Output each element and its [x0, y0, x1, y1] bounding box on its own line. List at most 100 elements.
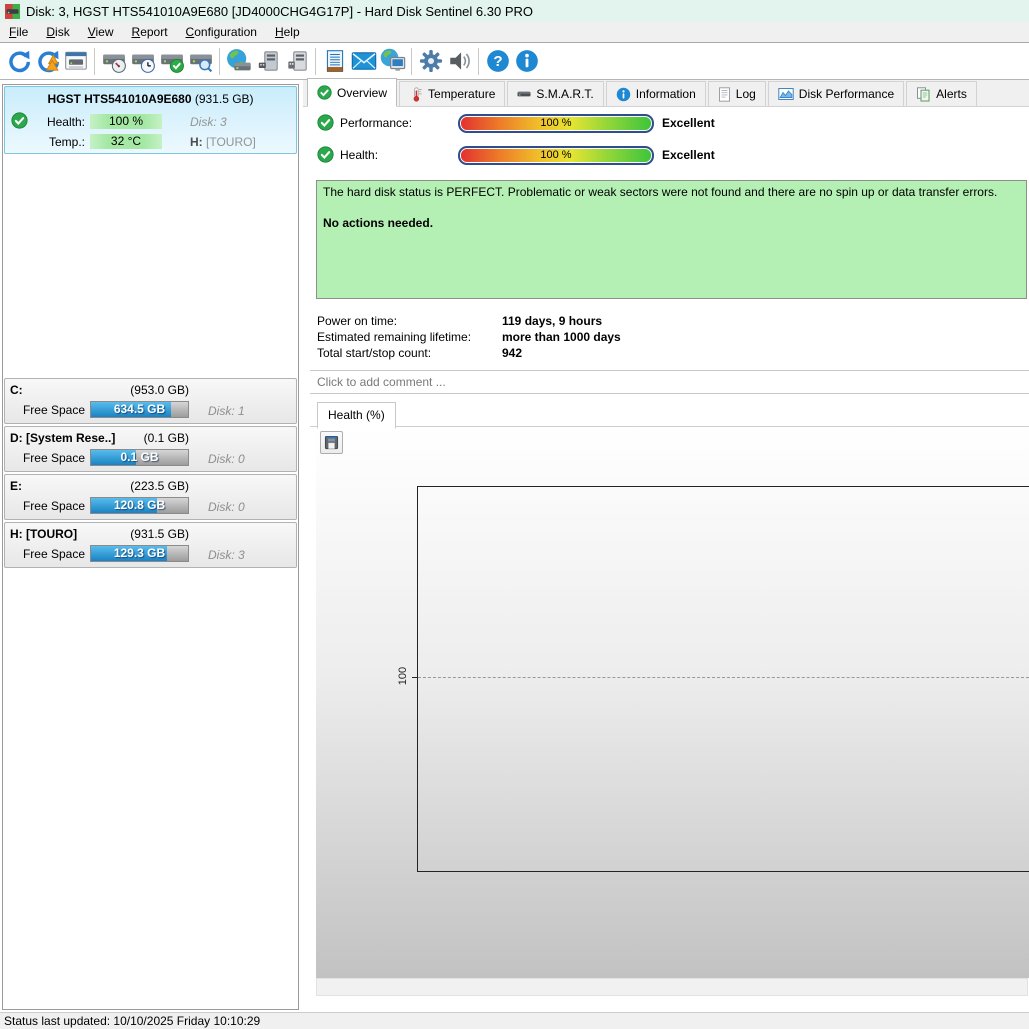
drive-card-e[interactable]: E: (223.5 GB) Free Space 120.8 GB Disk: …	[4, 474, 297, 520]
toolbar-separator	[219, 48, 220, 75]
chart-tabs: Health (%)	[310, 401, 1029, 427]
drive-disk-number: Disk: 0	[208, 452, 245, 466]
disk-performance-icon[interactable]	[99, 46, 128, 76]
stat-label: Power on time:	[317, 314, 397, 328]
main-tabs: Overview Temperature S.M.A.R.T. Informat…	[303, 80, 1029, 107]
menu-file[interactable]: File	[0, 23, 37, 41]
free-space-label: Free Space	[5, 403, 85, 417]
free-space-value: 129.3 GB	[91, 546, 188, 561]
y-axis-tick-mark	[412, 677, 417, 678]
refresh-warning-icon[interactable]	[32, 46, 61, 76]
drive-card-c[interactable]: C: (953.0 GB) Free Space 634.5 GB Disk: …	[4, 378, 297, 424]
drive-size: (223.5 GB)	[130, 479, 189, 493]
disk-status-message: The hard disk status is PERFECT. Problem…	[323, 185, 1020, 200]
drive-name: H: [TOURO]	[10, 527, 77, 541]
menu-configuration[interactable]: Configuration	[177, 23, 266, 41]
free-space-bar: 634.5 GB	[90, 401, 189, 418]
tab-health-chart[interactable]: Health (%)	[317, 402, 396, 429]
chart-footer-strip	[316, 978, 1028, 996]
status-last-updated: Status last updated: 10/10/2025 Friday 1…	[4, 1014, 260, 1028]
statusbar: Status last updated: 10/10/2025 Friday 1…	[0, 1012, 1029, 1029]
menu-help[interactable]: Help	[266, 23, 309, 41]
stat-row: Power on time: 119 days, 9 hours	[317, 314, 471, 330]
network-disks-icon[interactable]	[224, 46, 253, 76]
toolbar: ?	[0, 43, 1029, 80]
drive-card-d[interactable]: D: [System Rese..] (0.1 GB) Free Space 0…	[4, 426, 297, 472]
disk-clock-icon[interactable]	[128, 46, 157, 76]
drive-card-h[interactable]: H: [TOURO] (931.5 GB) Free Space 129.3 G…	[4, 522, 297, 568]
stat-row: Estimated remaining lifetime: more than …	[317, 330, 471, 346]
svg-text:?: ?	[493, 53, 502, 70]
drive-size: (0.1 GB)	[144, 431, 189, 445]
send-mail-icon[interactable]	[349, 46, 378, 76]
disk-status-message-box: The hard disk status is PERFECT. Problem…	[316, 180, 1027, 299]
selected-disk-name: HGST HTS541010A9E680	[47, 92, 191, 106]
performance-rating: Excellent	[662, 116, 715, 130]
health-plot-area	[417, 486, 1029, 872]
menu-report[interactable]: Report	[123, 23, 177, 41]
disk-tower-b-icon[interactable]	[282, 46, 311, 76]
settings-gear-icon[interactable]	[416, 46, 445, 76]
comment-input[interactable]: Click to add comment ...	[310, 370, 1029, 394]
document-icon	[718, 87, 731, 102]
drive-disk-number: Disk: 1	[208, 404, 245, 418]
volume-letter: H:	[190, 135, 203, 149]
titlebar: Disk: 3, HGST HTS541010A9E680 [JD4000CHG…	[0, 0, 1029, 22]
disk-status-icon[interactable]	[157, 46, 186, 76]
free-space-bar: 129.3 GB	[90, 545, 189, 562]
stat-row: Total start/stop count: 942	[317, 346, 471, 362]
menu-disk[interactable]: Disk	[37, 23, 78, 41]
drive-disk-number: Disk: 3	[208, 548, 245, 562]
free-space-value: 0.1 GB	[91, 450, 188, 465]
drive-disk-number: Disk: 0	[208, 500, 245, 514]
gridline-100	[418, 677, 1029, 678]
disk-list-panel: HGST HTS541010A9E680 (931.5 GB) Health: …	[2, 84, 299, 1010]
network-monitor-icon[interactable]	[378, 46, 407, 76]
disk-number: Disk: 3	[190, 115, 227, 129]
disk-surface-test-icon[interactable]	[186, 46, 215, 76]
tab-information[interactable]: Information	[606, 81, 706, 106]
disk-icon	[517, 87, 531, 101]
report-icon[interactable]	[320, 46, 349, 76]
selected-disk-title: HGST HTS541010A9E680 (931.5 GB)	[5, 92, 296, 106]
drive-name: E:	[10, 479, 22, 493]
drive-size: (953.0 GB)	[130, 383, 189, 397]
refresh-icon[interactable]	[3, 46, 32, 76]
health-bar: 100 %	[458, 146, 654, 165]
toolbar-separator	[478, 48, 479, 75]
free-space-value: 634.5 GB	[91, 402, 188, 417]
health-row: Health: 100 % Disk: 3	[5, 115, 296, 130]
help-icon[interactable]: ?	[483, 46, 512, 76]
disk-tower-a-icon[interactable]	[253, 46, 282, 76]
menu-view[interactable]: View	[79, 23, 123, 41]
info-icon[interactable]	[512, 46, 541, 76]
disk-stats: Power on time: 119 days, 9 hours Estimat…	[317, 314, 471, 362]
save-chart-button[interactable]	[320, 431, 343, 454]
performance-bar: 100 %	[458, 114, 654, 133]
y-axis-tick-label: 100	[397, 661, 409, 691]
tab-alerts[interactable]: Alerts	[906, 81, 977, 106]
stat-value: 942	[502, 346, 522, 360]
tab-log[interactable]: Log	[708, 81, 766, 106]
stat-value: 119 days, 9 hours	[502, 314, 602, 328]
tab-temperature[interactable]: Temperature	[399, 81, 505, 106]
temp-row: Temp.: 32 °C H: [TOURO]	[5, 135, 296, 150]
floppy-save-icon	[324, 435, 339, 450]
free-space-label: Free Space	[5, 499, 85, 513]
temp-label: Temp.:	[5, 135, 85, 149]
selected-disk-card[interactable]: HGST HTS541010A9E680 (931.5 GB) Health: …	[4, 86, 297, 154]
volume-name: [TOURO]	[206, 135, 256, 149]
tab-smart[interactable]: S.M.A.R.T.	[507, 81, 603, 106]
app-icon	[5, 4, 20, 19]
tab-disk-performance[interactable]: Disk Performance	[768, 81, 904, 106]
toolbar-separator	[411, 48, 412, 75]
tab-overview[interactable]: Overview	[307, 78, 397, 107]
detect-disk-icon[interactable]	[61, 46, 90, 76]
info-circle-icon	[616, 87, 631, 102]
stat-value: more than 1000 days	[502, 330, 621, 344]
drive-list: C: (953.0 GB) Free Space 634.5 GB Disk: …	[3, 378, 298, 570]
selected-disk-size: (931.5 GB)	[195, 92, 254, 106]
sounds-icon[interactable]	[445, 46, 474, 76]
drive-size: (931.5 GB)	[130, 527, 189, 541]
free-space-bar: 120.8 GB	[90, 497, 189, 514]
